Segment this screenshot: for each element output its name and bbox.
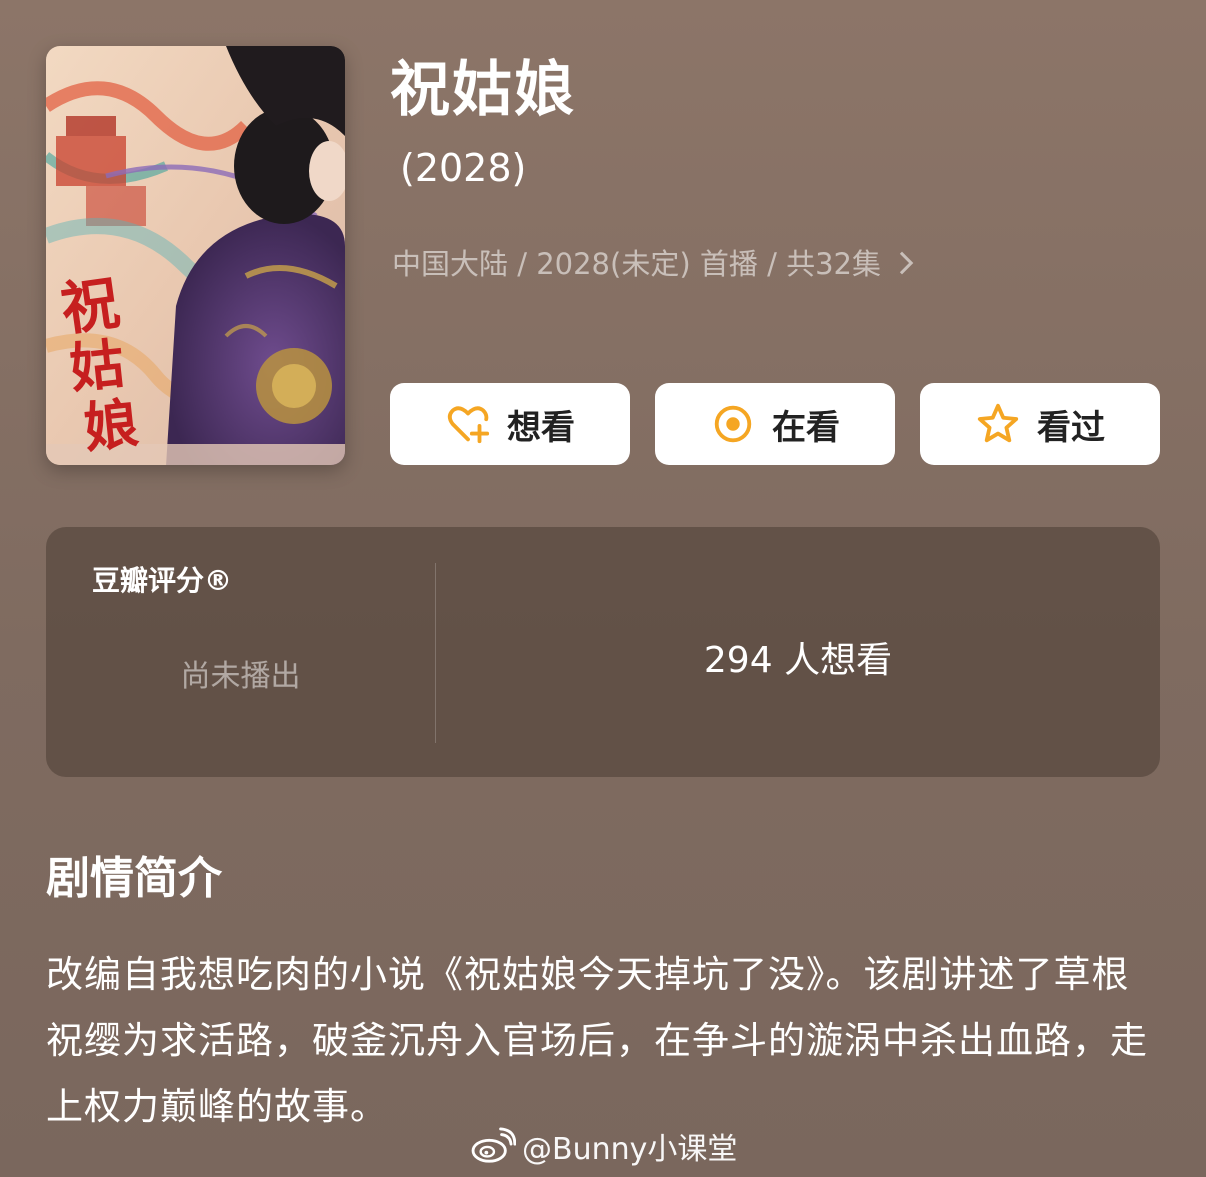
watching-button[interactable]: 在看 — [655, 383, 895, 465]
watching-label: 在看 — [772, 407, 840, 448]
want-to-watch-button[interactable]: 想看 — [390, 383, 630, 465]
weibo-icon — [471, 1127, 516, 1163]
svg-text:娘: 娘 — [81, 391, 141, 460]
want-to-watch-label: 想看 — [507, 407, 575, 448]
heart-plus-icon — [447, 406, 490, 444]
watched-button[interactable]: 看过 — [920, 383, 1160, 465]
synopsis-text: 改编自我想吃肉的小说《祝姑娘今天掉坑了没》。该剧讲述了草根祝缨为求活路，破釜沉舟… — [46, 953, 1148, 1128]
drama-title: 祝姑娘 — [390, 55, 576, 125]
rating-status: 尚未播出 — [180, 659, 301, 694]
chevron-right-icon — [890, 251, 914, 275]
douban-rating-label: 豆瓣评分® — [92, 564, 233, 597]
drama-year: (2028) — [400, 146, 527, 190]
watermark-text: @Bunny小课堂 — [522, 1132, 738, 1167]
target-circle-icon — [714, 405, 752, 443]
drama-meta-link[interactable]: 中国大陆 / 2028(未定) 首播 / 共32集 — [392, 242, 914, 286]
synopsis-heading: 剧情简介 — [46, 853, 222, 904]
want-to-watch-count: 294 人想看 — [703, 640, 893, 681]
weibo-watermark: @Bunny小课堂 — [470, 1124, 737, 1168]
drama-poster[interactable]: 祝 姑 娘 — [46, 46, 345, 465]
rating-panel[interactable]: 豆瓣评分® 尚未播出 294 人想看 — [46, 527, 1160, 777]
star-icon — [977, 403, 1019, 443]
drama-meta-text: 中国大陆 / 2028(未定) 首播 / 共32集 — [392, 247, 881, 281]
watched-label: 看过 — [1037, 407, 1105, 448]
svg-text:姑: 姑 — [67, 331, 127, 400]
